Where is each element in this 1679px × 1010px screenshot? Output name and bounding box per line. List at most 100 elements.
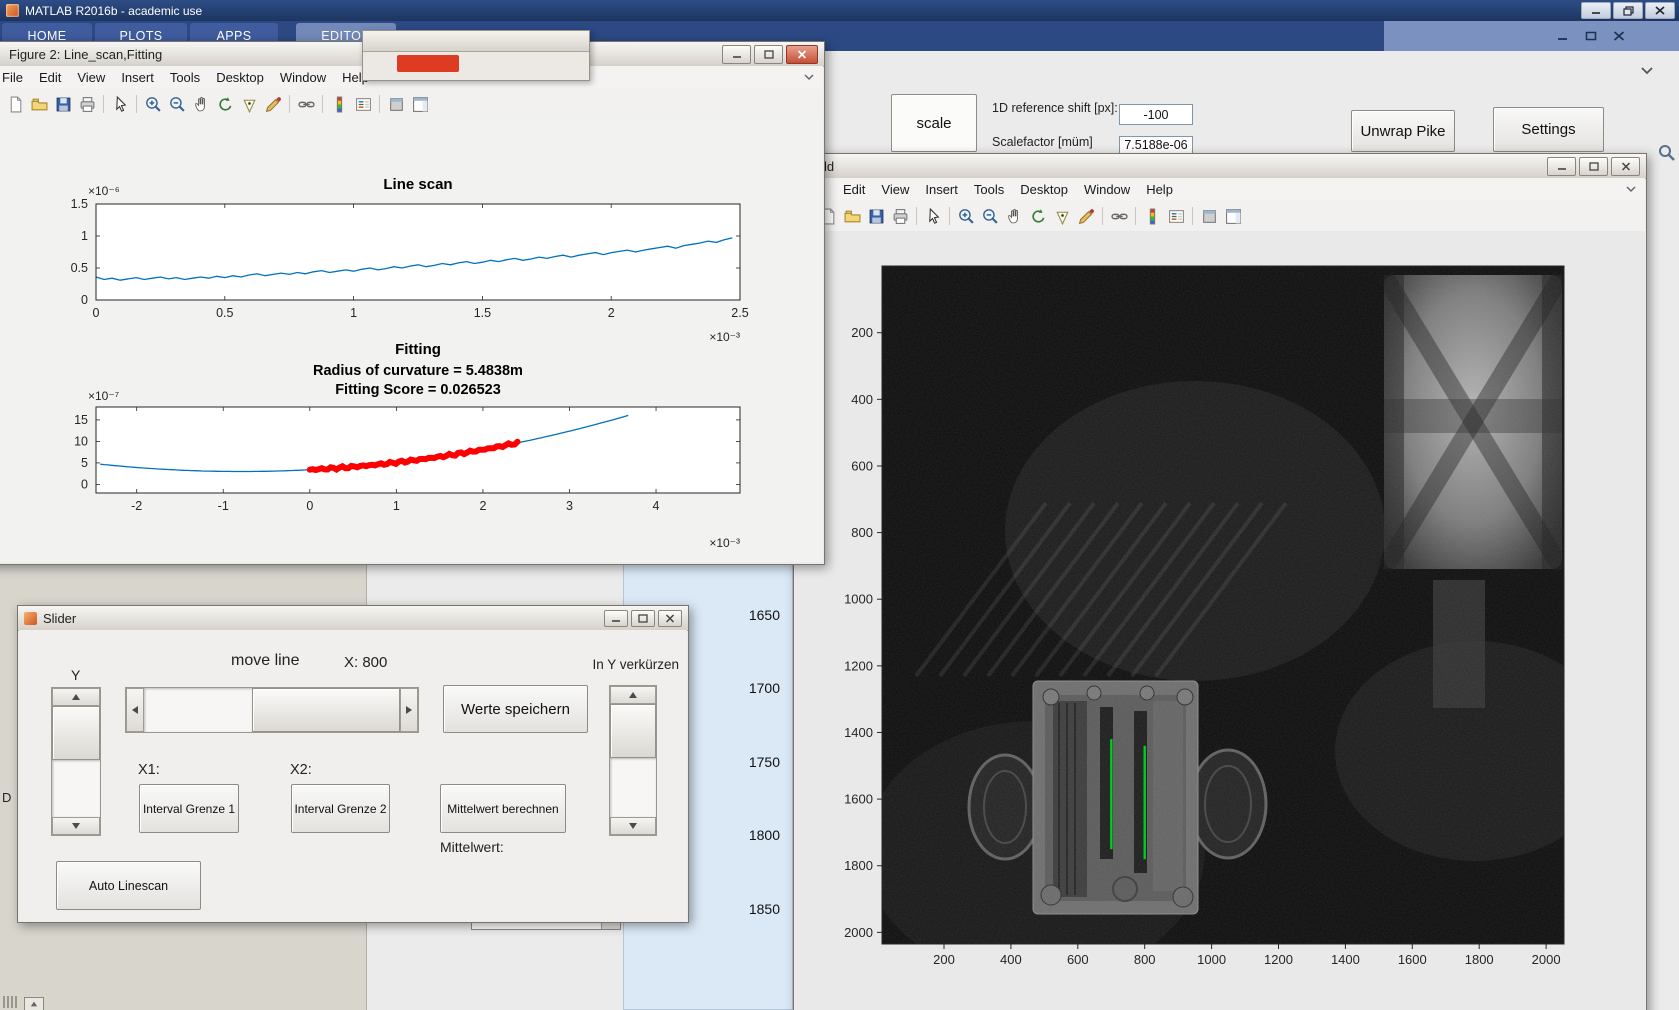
menu-item[interactable]: Tools: [162, 67, 208, 88]
os-restore-button[interactable]: [1613, 2, 1643, 19]
list-value[interactable]: 1650: [749, 607, 780, 623]
zoom-in-icon[interactable]: [142, 93, 164, 115]
image-figure-titlebar[interactable]: ld: [794, 154, 1646, 179]
brush-data-icon[interactable]: [1075, 205, 1097, 227]
insert-legend-icon[interactable]: [1165, 205, 1187, 227]
slider-thumb[interactable]: [610, 704, 656, 758]
hide-plot-tools-icon[interactable]: [1198, 205, 1220, 227]
menu-item[interactable]: Window: [1076, 179, 1138, 200]
panel-chevron-down-icon[interactable]: [1639, 64, 1655, 82]
slider-up-button[interactable]: [610, 686, 656, 704]
save-figure-icon[interactable]: [865, 205, 887, 227]
mittelwert-berechnen-button[interactable]: Mittelwert berechnen: [440, 784, 566, 833]
menu-item[interactable]: View: [69, 67, 113, 88]
unwrap-pike-button[interactable]: Unwrap Pike: [1351, 110, 1455, 152]
slider-down-button[interactable]: [52, 817, 100, 835]
data-cursor-icon[interactable]: [1051, 205, 1073, 227]
menu-item[interactable]: Desktop: [1012, 179, 1076, 200]
scale-button[interactable]: scale: [891, 94, 977, 152]
werte-speichern-button[interactable]: Werte speichern: [443, 685, 588, 733]
slider-thumb[interactable]: [252, 688, 400, 732]
open-file-icon[interactable]: [841, 205, 863, 227]
slider-trough[interactable]: [144, 688, 252, 732]
slider-titlebar[interactable]: Slider: [18, 606, 688, 631]
move-line-slider[interactable]: [125, 687, 419, 733]
insert-colorbar-icon[interactable]: [1141, 205, 1163, 227]
slider-down-button[interactable]: [610, 817, 656, 835]
menubar-overflow-icon[interactable]: [803, 70, 823, 85]
menu-item[interactable]: File: [0, 67, 31, 88]
menu-item[interactable]: Insert: [113, 67, 162, 88]
slider-up-button[interactable]: [52, 688, 100, 706]
y-slider-right[interactable]: [609, 685, 657, 836]
show-plot-tools-icon[interactable]: [1222, 205, 1244, 227]
link-plot-icon[interactable]: [1108, 205, 1130, 227]
auto-linescan-button[interactable]: Auto Linescan: [56, 861, 201, 910]
edit-plot-cursor-icon[interactable]: [922, 205, 944, 227]
interval-grenze-1-button[interactable]: Interval Grenze 1: [139, 784, 239, 833]
image-figure-close-button[interactable]: [1611, 156, 1640, 176]
rotate-3d-icon[interactable]: [1027, 205, 1049, 227]
pan-hand-icon[interactable]: [1003, 205, 1025, 227]
link-plot-icon[interactable]: [295, 93, 317, 115]
y-slider-left[interactable]: [51, 687, 101, 836]
open-file-icon[interactable]: [28, 93, 50, 115]
slider-thumb[interactable]: [52, 706, 100, 760]
menu-item[interactable]: Desktop: [208, 67, 272, 88]
figure2-maximize-button[interactable]: [754, 44, 783, 64]
menu-item[interactable]: Window: [272, 67, 334, 88]
dock-close-icon[interactable]: [1608, 28, 1630, 44]
settings-button[interactable]: Settings: [1493, 107, 1604, 152]
image-axes-canvas[interactable]: 200 400 600 800 1000 1200 1400 1600 1800 2000 200 4…: [795, 231, 1645, 1010]
os-close-button[interactable]: [1645, 2, 1675, 19]
slider-close-button[interactable]: [658, 609, 682, 627]
insert-colorbar-icon[interactable]: [328, 93, 350, 115]
figure2-minimize-button[interactable]: [722, 44, 751, 64]
background-partial-titlebar[interactable]: [363, 31, 589, 52]
hide-plot-tools-icon[interactable]: [385, 93, 407, 115]
menubar-overflow-icon[interactable]: [1625, 182, 1645, 197]
edit-plot-cursor-icon[interactable]: [109, 93, 131, 115]
linescan-fitting-canvas[interactable]: 0 0.5 1 1.5 2 2.5 0 0.5 1 1.5 Line scan ×10⁻⁶ ×10⁻³ -…: [0, 119, 823, 562]
os-minimize-button[interactable]: [1581, 2, 1611, 19]
slider-trough[interactable]: [610, 758, 656, 817]
data-cursor-icon[interactable]: [238, 93, 260, 115]
interval-grenze-2-button[interactable]: Interval Grenze 2: [291, 784, 390, 833]
menu-item[interactable]: View: [873, 179, 917, 200]
new-document-icon[interactable]: [4, 93, 26, 115]
os-titlebar[interactable]: MATLAB R2016b - academic use: [0, 0, 1679, 21]
ref-shift-input[interactable]: [1119, 104, 1193, 125]
menu-item[interactable]: Edit: [31, 67, 69, 88]
zoom-out-icon[interactable]: [166, 93, 188, 115]
list-value[interactable]: 1700: [749, 680, 780, 696]
insert-legend-icon[interactable]: [352, 93, 374, 115]
print-figure-icon[interactable]: [76, 93, 98, 115]
image-figure-minimize-button[interactable]: [1547, 156, 1576, 176]
list-value[interactable]: 1850: [749, 901, 780, 917]
brush-data-icon[interactable]: [262, 93, 284, 115]
menu-item[interactable]: Tools: [966, 179, 1012, 200]
menu-item[interactable]: Edit: [835, 179, 873, 200]
save-figure-icon[interactable]: [52, 93, 74, 115]
collapse-panel-button[interactable]: [24, 997, 44, 1010]
list-value[interactable]: 1800: [749, 827, 780, 843]
pan-hand-icon[interactable]: [190, 93, 212, 115]
slider-left-button[interactable]: [126, 688, 144, 732]
slider-minimize-button[interactable]: [604, 609, 628, 627]
zoom-in-icon[interactable]: [955, 205, 977, 227]
scalefactor-input[interactable]: [1119, 136, 1193, 154]
dock-restore-icon[interactable]: [1580, 28, 1602, 44]
zoom-out-icon[interactable]: [979, 205, 1001, 227]
menu-item[interactable]: Help: [1138, 179, 1181, 200]
slider-trough[interactable]: [52, 760, 100, 817]
menu-item[interactable]: Insert: [917, 179, 966, 200]
show-plot-tools-icon[interactable]: [409, 93, 431, 115]
figure2-close-button[interactable]: [786, 44, 818, 64]
print-figure-icon[interactable]: [889, 205, 911, 227]
rotate-3d-icon[interactable]: [214, 93, 236, 115]
image-figure-maximize-button[interactable]: [1579, 156, 1608, 176]
list-value[interactable]: 1750: [749, 754, 780, 770]
search-magnifier-icon[interactable]: [1658, 144, 1676, 167]
slider-maximize-button[interactable]: [631, 609, 655, 627]
dock-minimize-icon[interactable]: [1552, 28, 1574, 44]
